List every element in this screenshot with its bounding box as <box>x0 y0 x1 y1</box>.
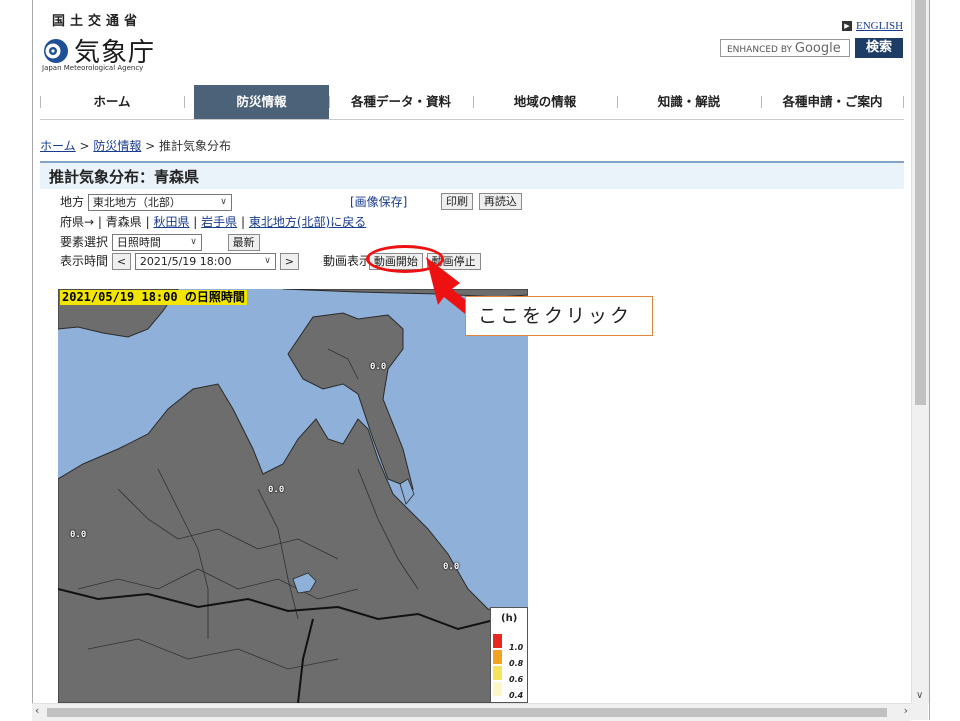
breadcrumb-separator: > <box>75 139 94 153</box>
element-select-value: 日照時間 <box>116 236 161 249</box>
horizontal-scrollbar[interactable]: ‹ › <box>32 703 911 721</box>
map-land-mainland <box>58 383 528 703</box>
save-image-link-wrap: [画像保存] <box>350 193 407 210</box>
weather-map <box>58 289 528 703</box>
element-select[interactable]: 日照時間 ∨ <box>111 234 202 251</box>
nav-separator <box>184 96 185 108</box>
map-value-label: 0.0 <box>370 362 387 372</box>
legend-swatch <box>493 666 502 680</box>
nav-item-data[interactable]: 各種データ・資料 <box>329 85 473 119</box>
breadcrumb-current: 推計気象分布 <box>159 139 232 153</box>
nav-divider <box>40 119 904 120</box>
agency-logo-subtitle: Japan Meteorological Agency <box>42 64 144 72</box>
chevron-down-icon: ∨ <box>190 237 197 247</box>
legend-label: 0.6 <box>509 675 524 684</box>
reload-button[interactable]: 再読込 <box>478 193 522 210</box>
prefecture-label: 府県→ <box>60 215 95 229</box>
pref-divider: | <box>193 215 202 229</box>
region-select-value: 東北地方（北部） <box>92 196 181 209</box>
map-legend: (h) 1.0 0.8 0.6 0.4 <box>490 607 528 703</box>
horizontal-scroll-thumb[interactable] <box>47 708 887 717</box>
page-title-bar: 推計気象分布：青森県 <box>40 161 904 189</box>
time-select-value: 2021/5/19 18:00 <box>139 255 232 268</box>
vertical-scrollbar[interactable]: ∨ <box>911 0 929 703</box>
nav-item-regional[interactable]: 地域の情報 <box>473 85 617 119</box>
pref-link-iwate[interactable]: 岩手県 <box>201 215 237 229</box>
time-label: 表示時間 <box>60 254 109 268</box>
chevron-down-icon: ∨ <box>264 256 271 266</box>
main-nav: ホーム 防災情報 各種データ・資料 地域の情報 知識・解説 各種申請・ご案内 <box>40 85 904 119</box>
breadcrumb: ホーム > 防災情報 > 推計気象分布 <box>40 137 231 154</box>
time-row: 表示時間 < 2021/5/19 18:00 ∨ > <box>60 252 299 270</box>
scroll-right-arrow-icon[interactable]: › <box>904 704 908 717</box>
map-value-label: 0.0 <box>268 485 285 495</box>
latest-button[interactable]: 最新 <box>227 234 260 251</box>
legend-unit: (h) <box>501 613 518 624</box>
nav-item-applications[interactable]: 各種申請・ご案内 <box>761 85 904 119</box>
prev-time-button[interactable]: < <box>111 253 132 270</box>
scrollbar-corner <box>911 703 928 720</box>
breadcrumb-disaster-link[interactable]: 防災情報 <box>93 139 141 153</box>
search-input[interactable]: ENHANCED BY Google <box>720 39 850 57</box>
print-reload-row: 印刷 再読込 <box>441 193 522 210</box>
legend-swatch <box>493 682 502 696</box>
legend-label: 0.4 <box>509 691 524 700</box>
english-link[interactable]: ENGLISH <box>856 20 903 32</box>
time-select[interactable]: 2021/5/19 18:00 ∨ <box>134 253 276 270</box>
element-row: 要素選択 日照時間 ∨ 最新 <box>60 233 260 251</box>
page-title: 推計気象分布：青森県 <box>49 168 200 186</box>
region-row: 地方 東北地方（北部） ∨ <box>60 193 232 211</box>
vertical-scroll-thumb[interactable] <box>915 0 926 405</box>
legend-swatch <box>493 634 502 648</box>
scroll-left-arrow-icon[interactable]: ‹ <box>35 704 39 717</box>
ministry-name: 国土交通省 <box>52 14 143 29</box>
search-placeholder-brand: Google <box>794 41 841 56</box>
pref-divider: | <box>241 215 249 229</box>
map-timestamp-stamp: 2021/05/19 18:00 の日照時間 <box>60 290 247 305</box>
play-square-icon: ▶ <box>842 21 852 31</box>
map-graphic <box>58 289 528 703</box>
legend-swatch <box>493 650 502 664</box>
breadcrumb-separator: > <box>141 139 160 153</box>
legend-label: 0.8 <box>509 659 524 668</box>
scroll-down-arrow-icon[interactable]: ∨ <box>916 690 923 701</box>
jma-logo-icon <box>44 39 68 63</box>
nav-item-disaster-info[interactable]: 防災情報 <box>194 85 329 119</box>
search-placeholder-prefix: ENHANCED BY <box>727 45 793 55</box>
element-label: 要素選択 <box>60 235 109 249</box>
chevron-down-icon: ∨ <box>220 197 227 207</box>
pref-divider: | <box>97 215 106 229</box>
region-label: 地方 <box>60 195 85 209</box>
pref-link-akita[interactable]: 秋田県 <box>153 215 189 229</box>
english-link-wrap[interactable]: ▶ ENGLISH <box>842 19 903 32</box>
breadcrumb-home-link[interactable]: ホーム <box>40 139 76 153</box>
map-value-label: 0.0 <box>443 562 460 572</box>
save-image-link[interactable]: [画像保存] <box>350 195 407 209</box>
next-time-button[interactable]: > <box>279 253 299 270</box>
animation-label: 動画表示 <box>323 254 372 268</box>
legend-label: 1.0 <box>509 643 524 652</box>
back-to-region-link[interactable]: 東北地方(北部)に戻る <box>249 215 366 229</box>
pref-current: 青森県 <box>105 215 142 229</box>
nav-separator <box>903 96 904 108</box>
nav-item-knowledge[interactable]: 知識・解説 <box>617 85 761 119</box>
nav-item-home[interactable]: ホーム <box>40 85 184 119</box>
prefecture-row: 府県→ | 青森県 | 秋田県 | 岩手県 | 東北地方(北部)に戻る <box>60 213 366 230</box>
map-value-label: 0.0 <box>70 530 87 540</box>
search-button[interactable]: 検索 <box>855 38 903 58</box>
print-button[interactable]: 印刷 <box>441 193 473 210</box>
click-here-callout: ここをクリック <box>465 296 653 336</box>
region-select[interactable]: 東北地方（北部） ∨ <box>87 194 232 211</box>
